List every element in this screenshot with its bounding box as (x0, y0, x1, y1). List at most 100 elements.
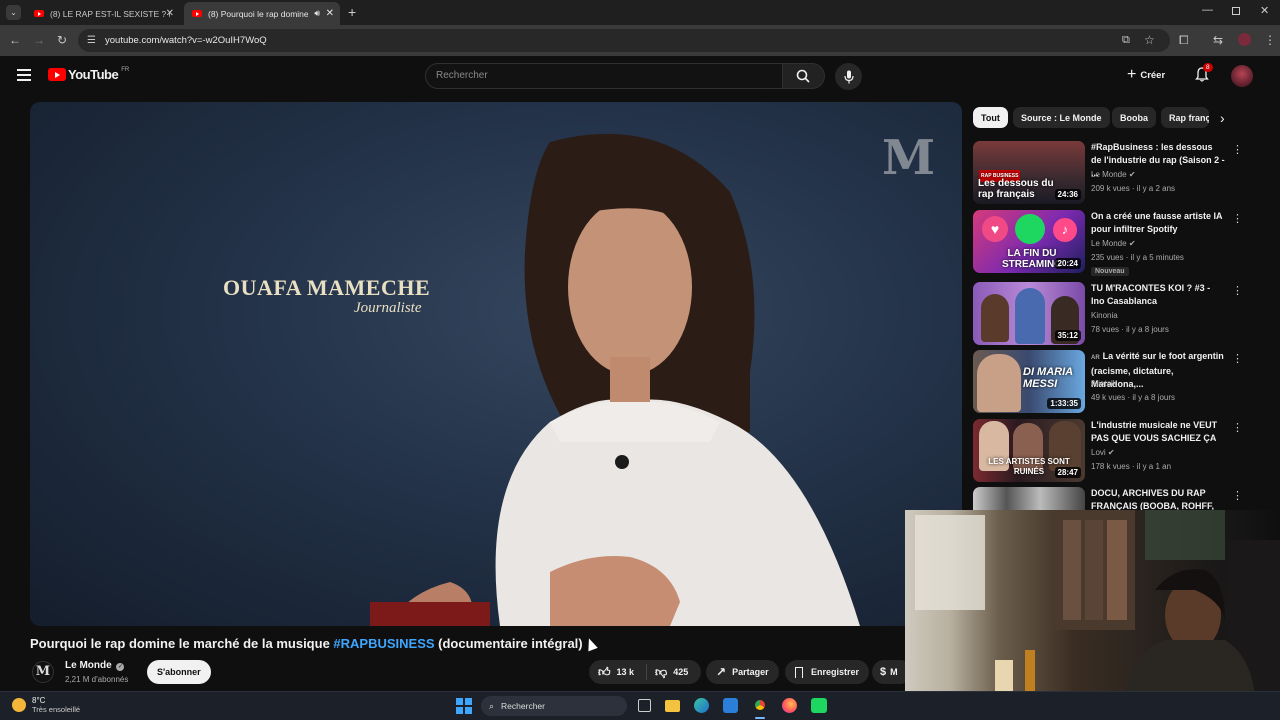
webcam-overlay (905, 510, 1280, 695)
file-explorer-icon[interactable] (665, 700, 680, 712)
tab-audio-icon[interactable]: 🔊︎ (314, 8, 320, 19)
video-thumbnail[interactable]: LES ARTISTES SONT RUINÉS 28:47 (973, 419, 1085, 482)
list-item[interactable]: DOCU, ARCHIVES DU RAP FRANÇAIS (BOOBA, R… (973, 487, 1253, 510)
like-button[interactable]: 👍︎ 13 k (589, 664, 647, 680)
tab-close-icon[interactable]: ✕ (166, 8, 174, 19)
create-button[interactable]: + Créer (1127, 64, 1165, 86)
reload-icon[interactable]: ↻ (57, 34, 67, 46)
profile-avatar[interactable] (1238, 33, 1251, 46)
video-duration: 20:24 (1054, 258, 1081, 269)
taskbar-search-box[interactable]: ⌕ Rechercher (481, 696, 627, 716)
rec-title[interactable]: TU M'RACONTES KOI ? #3 - Ino Casablanca (1091, 282, 1225, 308)
video-thumbnail[interactable]: ♥ ♪ LA FIN DU STREAMING 20:24 (973, 210, 1085, 273)
voice-search-button[interactable] (835, 63, 862, 90)
rec-channel[interactable]: Le Monde ✔ (1091, 239, 1136, 248)
rec-meta: 49 k vues · il y a 8 jours (1091, 393, 1176, 402)
rec-channel[interactable]: Kinonia (1091, 311, 1118, 320)
video-thumbnail[interactable] (973, 487, 1085, 510)
thanks-icon: $ (880, 666, 887, 678)
site-info-icon[interactable]: ☰ (87, 35, 96, 47)
kebab-menu-icon[interactable]: ⋮ (1232, 284, 1243, 297)
channel-name-text[interactable]: Le Monde (65, 660, 112, 671)
kebab-menu-icon[interactable]: ⋮ (1232, 421, 1243, 434)
search-button[interactable] (783, 63, 825, 89)
list-item[interactable]: LES ARTISTES SONT RUINÉS 28:47 L'industr… (973, 419, 1253, 483)
channel-name[interactable]: Le Monde ✓ (65, 660, 125, 671)
tab-rap-domine[interactable]: (8) Pourquoi le rap domine 🔊︎ ✕ (184, 2, 340, 25)
thumbs-up-icon: 👍︎ (598, 664, 611, 679)
kebab-menu-icon[interactable]: ⋮ (1232, 352, 1243, 365)
chips-next-icon[interactable]: › (1220, 110, 1225, 126)
chip-source-le-monde[interactable]: Source : Le Monde (1013, 107, 1110, 128)
tab-list-chevron-icon[interactable]: ⌄ (6, 5, 21, 20)
subscriber-count: 2,21 M d'abonnés (65, 675, 129, 684)
rec-channel-name[interactable]: Lovi (1091, 448, 1106, 457)
tab-rap-sexiste[interactable]: (8) LE RAP EST-IL SEXISTE ? (4 P ✕ (26, 2, 180, 25)
dislike-button[interactable]: 👎︎ 425 (647, 665, 688, 680)
rec-meta: 235 vues · il y a 5 minutes (1091, 253, 1184, 262)
rec-channel-name[interactable]: Le Monde (1091, 170, 1127, 179)
browser-menu-icon[interactable]: ⋮ (1264, 34, 1276, 46)
url-bar[interactable]: ☰ youtube.com/watch?v=-w2OuIH7WoQ ⧉ ☆ (78, 29, 1170, 52)
tab-close-icon[interactable]: ✕ (326, 8, 334, 19)
bookmark-star-icon[interactable]: ☆ (1144, 34, 1155, 46)
share-button[interactable]: ↗ Partager (706, 660, 779, 684)
edge-icon[interactable] (694, 698, 709, 713)
rec-channel[interactable]: Lovi ✔ (1091, 448, 1115, 457)
chip-rap-francais[interactable]: Rap franç (1161, 107, 1209, 128)
chip-booba[interactable]: Booba (1112, 107, 1156, 128)
subscribe-button[interactable]: S'abonner (147, 660, 211, 684)
close-window-icon[interactable]: ✕ (1260, 4, 1269, 17)
rec-title[interactable]: On a créé une fausse artiste IA pour inf… (1091, 210, 1225, 236)
share-icon: ↗ (716, 665, 727, 679)
save-label: Enregistrer (811, 667, 860, 677)
list-item[interactable]: 35:12 TU M'RACONTES KOI ? #3 - Ino Casab… (973, 282, 1253, 346)
hashtag-link[interactable]: #RAPBUSINESS (333, 636, 434, 651)
forward-icon[interactable]: → (33, 34, 45, 46)
minimize-icon[interactable]: — (1202, 4, 1213, 16)
chip-tout[interactable]: Tout (973, 107, 1008, 128)
channel-avatar[interactable]: M (32, 661, 54, 683)
video-thumbnail[interactable]: DI MARIA MESSI 1:33:35 (973, 350, 1085, 413)
windows-start-icon[interactable] (456, 698, 472, 714)
save-button[interactable]: Enregistrer (785, 660, 870, 684)
list-item[interactable]: RAP BUSINESS Les dessous du rap français… (973, 141, 1253, 205)
windows-taskbar: 8°C Très ensoleillé ⌕ Rechercher (0, 691, 1280, 720)
rec-channel-name[interactable]: Le Monde (1091, 239, 1127, 248)
hamburger-menu-icon[interactable] (17, 69, 31, 81)
video-duration: 28:47 (1054, 467, 1081, 478)
video-title-suffix: (documentaire intégral) (434, 636, 583, 651)
url-text[interactable]: youtube.com/watch?v=-w2OuIH7WoQ (105, 35, 267, 46)
video-thumbnail[interactable]: 35:12 (973, 282, 1085, 345)
rec-title[interactable]: L'industrie musicale ne VEUT PAS QUE VOU… (1091, 419, 1225, 445)
restore-icon[interactable] (1232, 7, 1240, 15)
thumbs-down-icon: 👎︎ (655, 664, 668, 679)
youtube-logo[interactable]: YouTube FR (48, 67, 129, 82)
new-tab-icon[interactable]: + (348, 4, 356, 20)
rec-channel[interactable]: Le Monde ✔ (1091, 170, 1136, 179)
account-avatar[interactable] (1231, 65, 1253, 87)
rec-title[interactable]: DOCU, ARCHIVES DU RAP FRANÇAIS (BOOBA, R… (1091, 487, 1225, 510)
back-icon[interactable]: ← (9, 34, 21, 46)
weather-widget[interactable]: 8°C Très ensoleillé (12, 696, 80, 714)
kebab-menu-icon[interactable]: ⋮ (1232, 143, 1243, 156)
rec-channel[interactable]: Aliotalk (1091, 379, 1117, 388)
spotify-app-icon[interactable] (811, 698, 827, 713)
install-app-icon[interactable]: ⧉ (1122, 34, 1130, 46)
search-input[interactable]: Rechercher (425, 63, 783, 89)
firefox-icon[interactable] (782, 698, 797, 713)
video-player[interactable]: M OUAFA MAMECHE Journaliste (30, 102, 962, 626)
tab-search-icon[interactable]: ⇆ (1213, 34, 1223, 46)
extensions-icon[interactable]: ⧠ (1179, 34, 1189, 46)
chrome-icon[interactable] (752, 697, 768, 713)
rec-meta: 78 vues · il y a 8 jours (1091, 325, 1169, 334)
video-thumbnail[interactable]: RAP BUSINESS Les dessous du rap français… (973, 141, 1085, 204)
kebab-menu-icon[interactable]: ⋮ (1232, 212, 1243, 225)
list-item[interactable]: ♥ ♪ LA FIN DU STREAMING 20:24 On a créé … (973, 210, 1253, 276)
task-view-icon[interactable] (638, 699, 651, 712)
notifications-button[interactable]: 8 (1195, 63, 1213, 87)
store-icon[interactable] (723, 698, 738, 713)
verified-icon: ✓ (116, 663, 125, 671)
kebab-menu-icon[interactable]: ⋮ (1232, 489, 1243, 502)
list-item[interactable]: DI MARIA MESSI 1:33:35 AR La vérité sur l… (973, 350, 1253, 414)
